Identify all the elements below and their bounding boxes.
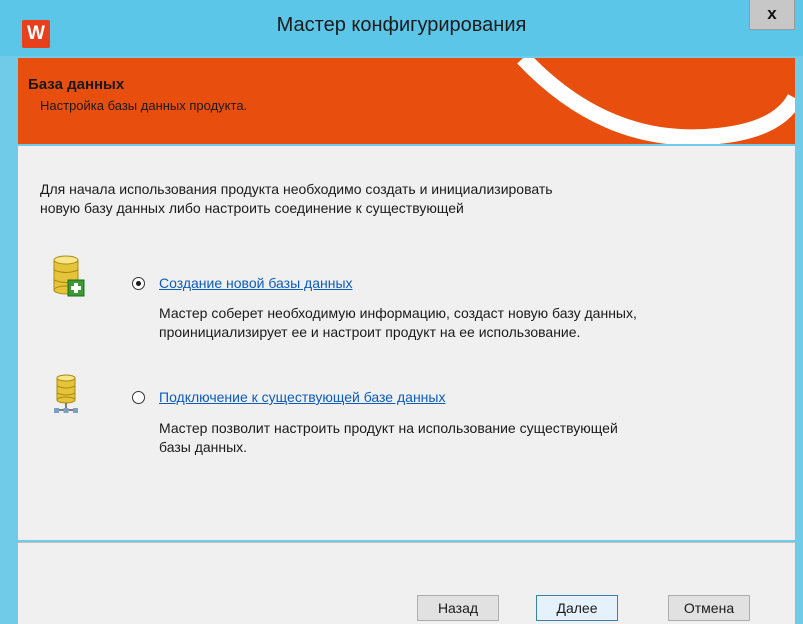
description-line: базы данных. bbox=[159, 439, 248, 455]
next-button[interactable]: Далее bbox=[536, 595, 618, 621]
description-line: Мастер соберет необходимую информацию, с… bbox=[159, 305, 637, 321]
back-button[interactable]: Назад bbox=[417, 595, 499, 621]
intro-line: Для начала использования продукта необхо… bbox=[40, 181, 553, 197]
radio-selected-dot bbox=[136, 281, 141, 286]
button-bar: Назад Далее Отмена bbox=[18, 543, 795, 624]
banner-subtitle: Настройка базы данных продукта. bbox=[40, 98, 248, 113]
window-title: Мастер конфигурирования bbox=[276, 14, 527, 36]
description-line: проинициализирует ее и настроит продукт … bbox=[159, 324, 581, 340]
header-banner: База данных Настройка базы данных продук… bbox=[18, 58, 795, 144]
connect-existing-db-link[interactable]: Подключение к существующей базе данных bbox=[159, 389, 445, 405]
configuration-wizard-window: W Мастер конфигурирования x База данных … bbox=[0, 0, 803, 624]
radio-create-new-db[interactable] bbox=[132, 277, 145, 290]
description-line: Мастер позволит настроить продукт на исп… bbox=[159, 420, 618, 436]
database-network-icon bbox=[54, 374, 78, 413]
cancel-button[interactable]: Отмена bbox=[668, 595, 750, 621]
intro-line: новую базу данных либо настроить соедине… bbox=[40, 200, 464, 216]
create-new-db-description: Мастер соберет необходимую информацию, с… bbox=[159, 304, 637, 342]
title-bar[interactable]: W Мастер конфигурирования x bbox=[0, 0, 803, 56]
banner-title: База данных bbox=[28, 76, 125, 93]
connect-existing-db-description: Мастер позволит настроить продукт на исп… bbox=[159, 419, 618, 457]
wizard-content: Для начала использования продукта необхо… bbox=[18, 146, 795, 540]
intro-text: Для начала использования продукта необхо… bbox=[40, 180, 553, 218]
close-button[interactable]: x bbox=[749, 0, 795, 30]
database-add-icon bbox=[53, 255, 85, 297]
create-new-db-link[interactable]: Создание новой базы данных bbox=[159, 275, 353, 291]
radio-connect-existing-db[interactable] bbox=[132, 391, 145, 404]
